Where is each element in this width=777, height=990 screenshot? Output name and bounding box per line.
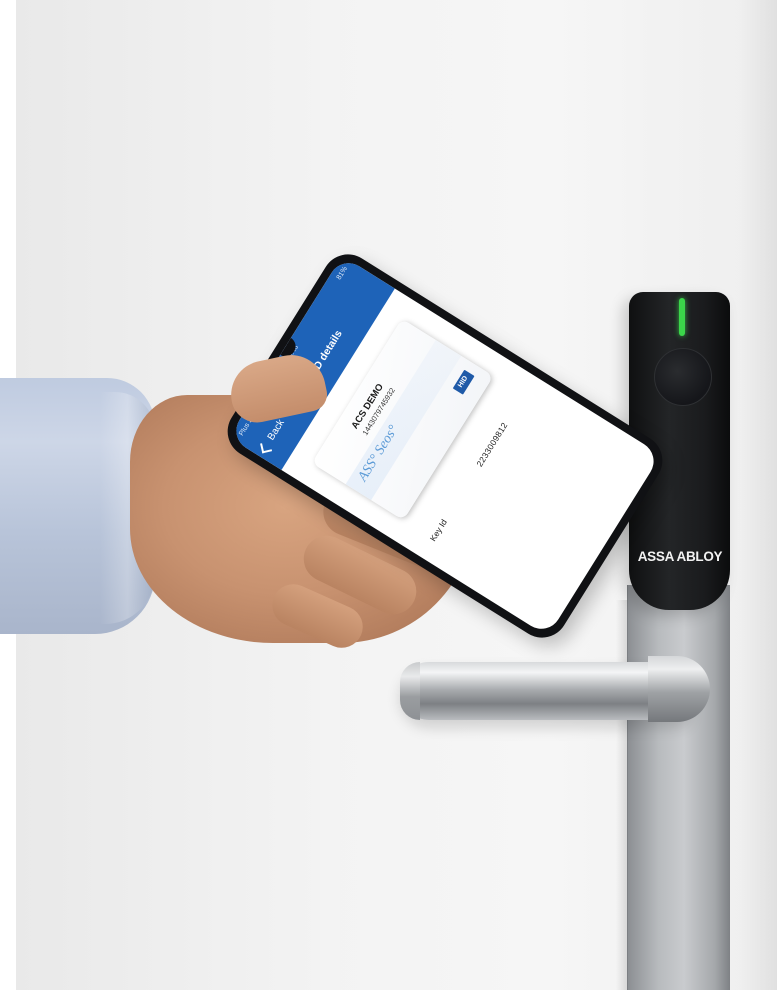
reader-status-led (679, 298, 685, 336)
key-id-value: 2233009812 (474, 420, 510, 469)
hid-logo: HID (452, 369, 475, 395)
reader-sensor (654, 348, 712, 406)
key-id-label: Key Id (427, 517, 449, 544)
door-edge-shadow (740, 0, 777, 990)
status-battery: 81% (335, 265, 350, 282)
lock-escutcheon-plate (627, 585, 730, 990)
assa-abloy-logo: ASSA ABLOY (637, 549, 723, 564)
door-handle-end (400, 662, 420, 720)
door-handle (400, 662, 690, 720)
photo-scene: ASSA ABLOY Plus 3G 18:48 81% Back (0, 0, 777, 990)
